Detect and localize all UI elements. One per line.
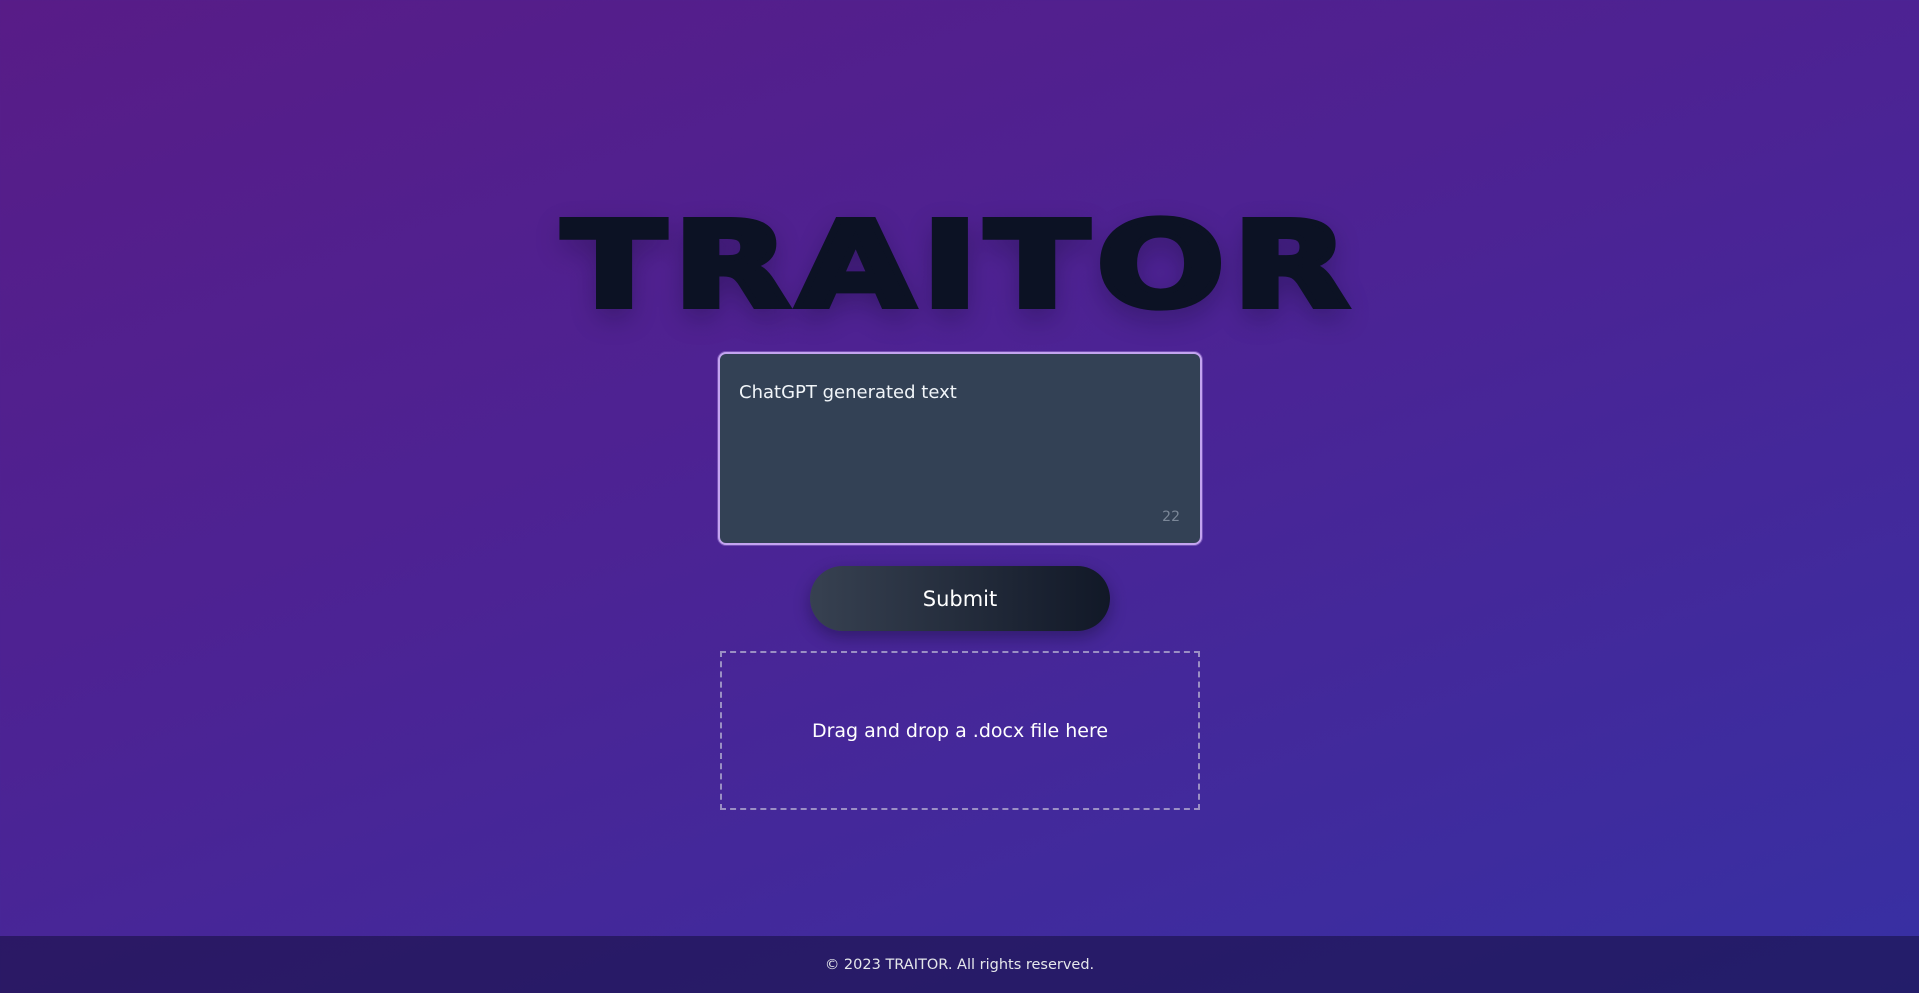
footer: © 2023 TRAITOR. All rights reserved.: [0, 936, 1919, 993]
app-logo-title: TRAITOR: [559, 196, 1357, 334]
character-count: 22: [1162, 509, 1180, 525]
text-input[interactable]: ChatGPT generated text: [720, 354, 1200, 543]
submit-button[interactable]: Submit: [810, 566, 1110, 631]
drop-zone-label: Drag and drop a .docx file here: [811, 719, 1109, 742]
copyright-text: © 2023 TRAITOR. All rights reserved.: [824, 956, 1095, 973]
text-input-container: ChatGPT generated text 22: [718, 352, 1202, 545]
file-drop-zone[interactable]: Drag and drop a .docx file here: [720, 651, 1200, 810]
